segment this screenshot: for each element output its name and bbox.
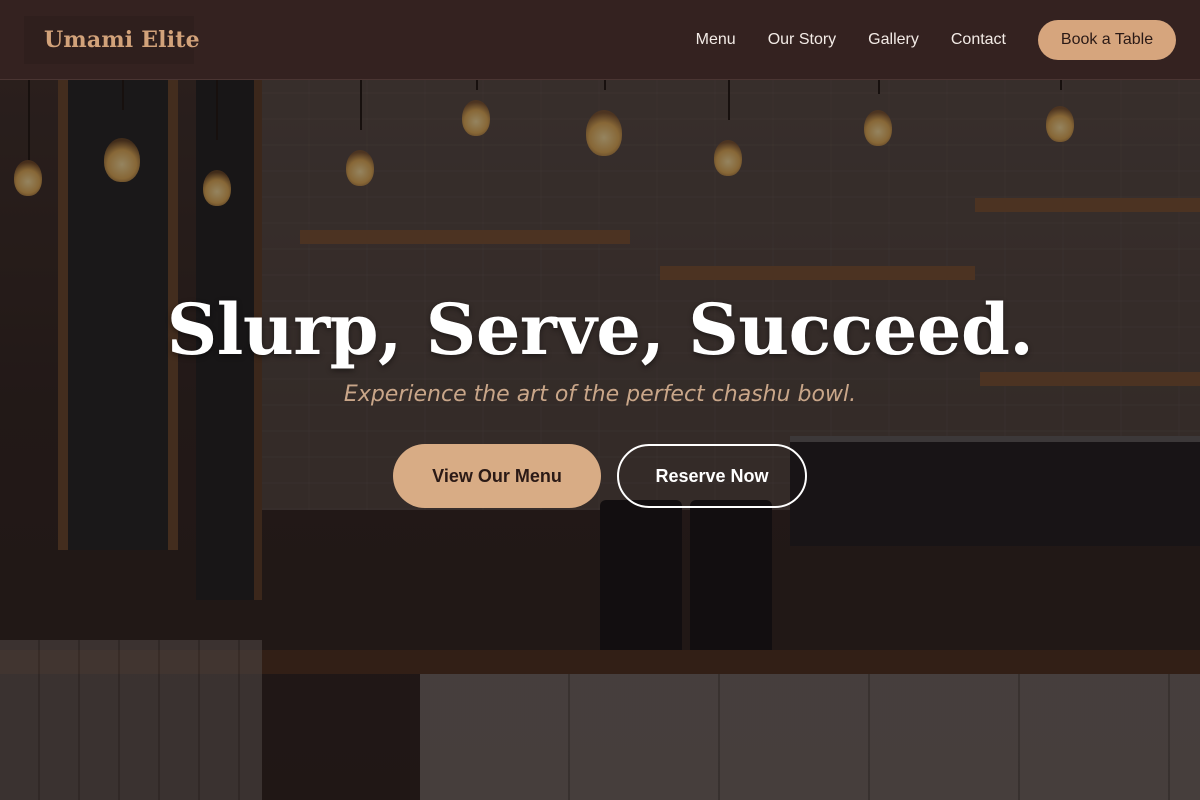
logo-container[interactable]: Umami Elite bbox=[24, 15, 200, 64]
main-nav: Menu Our Story Gallery Contact Book a Ta… bbox=[696, 19, 1176, 60]
nav-link-gallery[interactable]: Gallery bbox=[868, 31, 919, 49]
site-header: Umami Elite Menu Our Story Gallery Conta… bbox=[0, 0, 1200, 80]
book-table-button[interactable]: Book a Table bbox=[1038, 19, 1176, 60]
logo[interactable]: Umami Elite bbox=[44, 27, 200, 53]
hero-title: Slurp, Serve, Succeed. bbox=[166, 288, 1034, 371]
hero-section: Slurp, Serve, Succeed. Experience the ar… bbox=[0, 80, 1200, 800]
nav-link-our-story[interactable]: Our Story bbox=[768, 31, 836, 49]
reserve-now-button[interactable]: Reserve Now bbox=[617, 444, 807, 508]
hero-dark-overlay bbox=[0, 80, 1200, 800]
view-menu-button[interactable]: View Our Menu bbox=[393, 444, 601, 508]
hero-button-group: View Our Menu Reserve Now bbox=[0, 444, 1200, 508]
nav-link-menu[interactable]: Menu bbox=[696, 31, 736, 49]
nav-link-contact[interactable]: Contact bbox=[951, 31, 1006, 49]
hero-subtitle: Experience the art of the perfect chashu… bbox=[343, 382, 857, 407]
